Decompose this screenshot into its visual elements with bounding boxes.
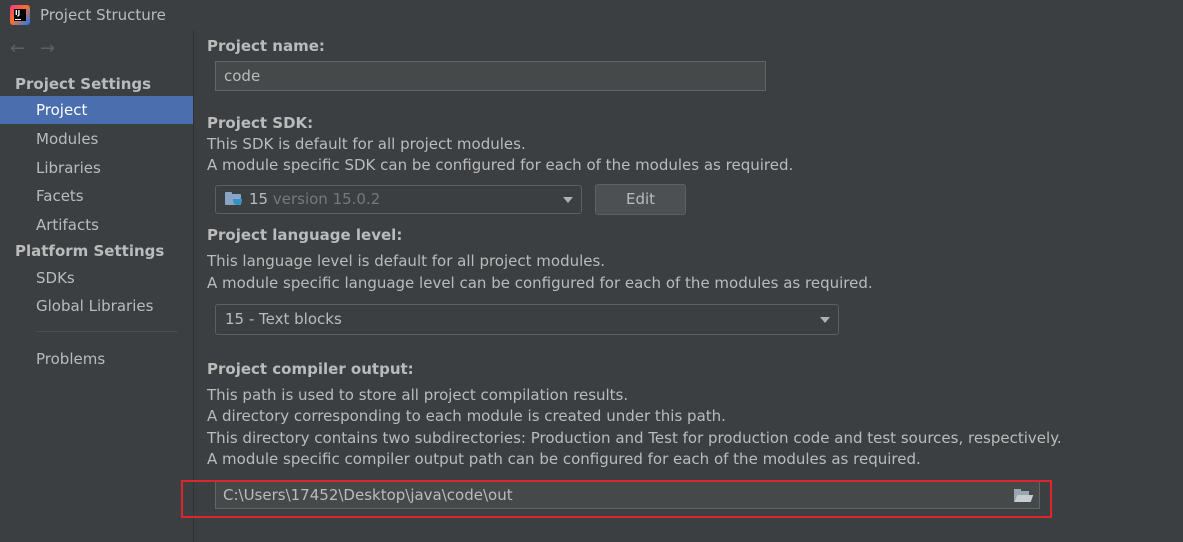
- project-sdk-dropdown[interactable]: 15 version 15.0.2: [215, 185, 582, 214]
- compiler-output-label: Project compiler output:: [207, 360, 414, 378]
- sdk-selected-name: 15: [249, 190, 269, 208]
- highlight-annotation-box: [181, 480, 1052, 518]
- sidebar-item-modules[interactable]: Modules: [0, 125, 193, 153]
- history-navigation: ← →: [10, 38, 70, 60]
- project-name-label: Project name:: [207, 37, 325, 55]
- forward-arrow-icon[interactable]: →: [40, 38, 70, 60]
- language-level-description-1: This language level is default for all p…: [207, 252, 606, 270]
- sidebar-item-libraries[interactable]: Libraries: [0, 154, 193, 182]
- chevron-down-icon: [820, 316, 830, 323]
- project-settings-panel: Project name: code Project SDK: This SDK…: [181, 30, 1183, 542]
- sidebar-divider: [36, 331, 178, 332]
- project-sdk-description-2: A module specific SDK can be configured …: [207, 156, 794, 174]
- language-level-dropdown[interactable]: 15 - Text blocks: [215, 304, 839, 335]
- chevron-down-icon: [563, 196, 573, 203]
- sidebar-item-sdks[interactable]: SDKs: [0, 264, 193, 292]
- project-sdk-label: Project SDK:: [207, 114, 314, 132]
- edit-sdk-button[interactable]: Edit: [595, 184, 686, 215]
- sidebar: ← → Project Settings Project Modules Libr…: [0, 30, 193, 542]
- sidebar-item-problems[interactable]: Problems: [0, 345, 193, 373]
- sdk-selected-version: version 15.0.2: [272, 190, 381, 208]
- java-sdk-folder-icon: [225, 191, 243, 206]
- sidebar-item-artifacts[interactable]: Artifacts: [0, 211, 193, 239]
- compiler-output-description-4: A module specific compiler output path c…: [207, 450, 921, 468]
- project-name-field[interactable]: code: [215, 61, 766, 91]
- compiler-output-description-1: This path is used to store all project c…: [207, 386, 629, 404]
- language-level-selected: 15 - Text blocks: [225, 310, 342, 328]
- compiler-output-description-2: A directory corresponding to each module…: [207, 407, 726, 425]
- language-level-label: Project language level:: [207, 226, 403, 244]
- compiler-output-description-3: This directory contains two subdirectori…: [207, 429, 1062, 447]
- project-settings-heading: Project Settings: [15, 75, 152, 93]
- project-sdk-description-1: This SDK is default for all project modu…: [207, 135, 526, 153]
- back-arrow-icon[interactable]: ←: [10, 38, 40, 60]
- platform-settings-heading: Platform Settings: [15, 242, 165, 260]
- sidebar-item-project[interactable]: Project: [0, 96, 193, 124]
- window-title: Project Structure: [40, 6, 166, 24]
- sidebar-item-global-libraries[interactable]: Global Libraries: [0, 292, 193, 320]
- intellij-idea-icon: IJ: [10, 5, 30, 25]
- title-bar: IJ Project Structure: [0, 0, 1183, 30]
- sidebar-item-facets[interactable]: Facets: [0, 182, 193, 210]
- language-level-description-2: A module specific language level can be …: [207, 274, 873, 292]
